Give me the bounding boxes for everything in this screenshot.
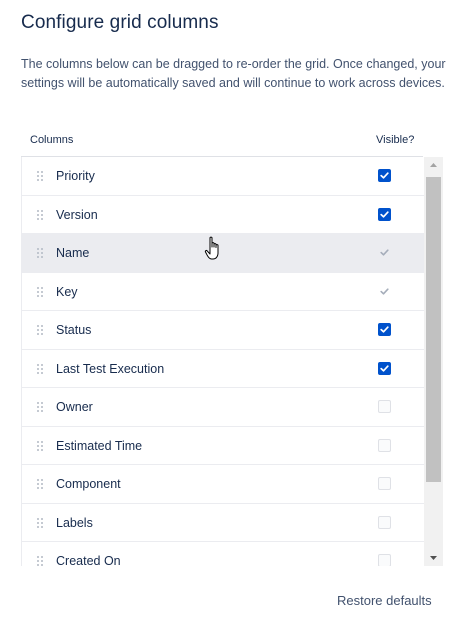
column-row-label: Last Test Execution — [56, 361, 165, 376]
visible-header: Visible? — [376, 134, 415, 146]
column-row[interactable]: Labels — [22, 504, 424, 542]
column-row[interactable]: Created On — [22, 542, 424, 566]
column-row-label: Component — [56, 477, 121, 491]
drag-handle-icon[interactable] — [37, 479, 45, 490]
visible-checkbox[interactable] — [378, 477, 391, 490]
visible-checkbox[interactable] — [378, 438, 391, 452]
visible-checkbox[interactable] — [378, 169, 391, 182]
column-row-label: Version — [56, 207, 98, 222]
hand-cursor-icon — [204, 236, 224, 267]
column-list[interactable]: Priority Version Name Key Status Last Test Ex… — [21, 157, 424, 566]
visible-checkbox[interactable] — [378, 400, 391, 413]
column-row[interactable]: Version — [22, 196, 424, 234]
visible-checkbox[interactable] — [378, 207, 391, 221]
visible-checkbox[interactable] — [378, 515, 391, 529]
drag-handle-icon[interactable] — [37, 363, 45, 375]
scrollbar[interactable] — [424, 157, 443, 566]
visible-checkbox[interactable] — [378, 361, 391, 375]
column-row[interactable]: Status — [22, 311, 424, 350]
scrollbar-thumb[interactable] — [426, 177, 441, 482]
column-row-label: Owner — [56, 400, 93, 414]
drag-handle-icon[interactable] — [37, 286, 45, 298]
column-row-label: Status — [56, 323, 92, 337]
drag-handle-icon[interactable] — [37, 556, 45, 566]
visible-checkbox — [378, 246, 391, 259]
drag-handle-icon[interactable] — [37, 325, 45, 336]
drag-handle-icon[interactable] — [37, 402, 45, 413]
drag-handle-icon[interactable] — [37, 248, 45, 259]
column-row-label: Name — [56, 246, 90, 260]
visible-checkbox[interactable] — [378, 323, 391, 336]
scroll-down-arrow-icon[interactable] — [424, 550, 443, 566]
column-row-label: Labels — [56, 515, 93, 530]
drag-handle-icon[interactable] — [37, 517, 45, 529]
scroll-up-arrow-icon[interactable] — [424, 157, 443, 173]
column-row[interactable]: Last Test Execution — [22, 350, 424, 388]
column-row-label: Created On — [56, 554, 121, 566]
visible-checkbox[interactable] — [378, 554, 391, 566]
columns-header: Columns — [30, 134, 74, 146]
column-row[interactable]: Estimated Time — [22, 427, 424, 465]
drag-handle-icon[interactable] — [37, 171, 45, 182]
drag-handle-icon[interactable] — [37, 440, 45, 452]
column-row[interactable]: Key — [22, 273, 424, 311]
column-row[interactable]: Priority — [22, 157, 424, 196]
column-row-label: Estimated Time — [56, 438, 143, 453]
column-row[interactable]: Owner — [22, 388, 424, 427]
visible-checkbox — [378, 285, 391, 298]
column-row-label: Key — [56, 284, 78, 299]
dialog-title: Configure grid columns — [21, 12, 219, 33]
restore-defaults-button[interactable]: Restore defaults — [337, 593, 432, 608]
column-row[interactable]: Component — [22, 465, 424, 504]
dialog-description: The columns below can be dragged to re-o… — [21, 57, 446, 90]
drag-handle-icon[interactable] — [37, 209, 45, 221]
column-row-label: Priority — [56, 169, 95, 183]
